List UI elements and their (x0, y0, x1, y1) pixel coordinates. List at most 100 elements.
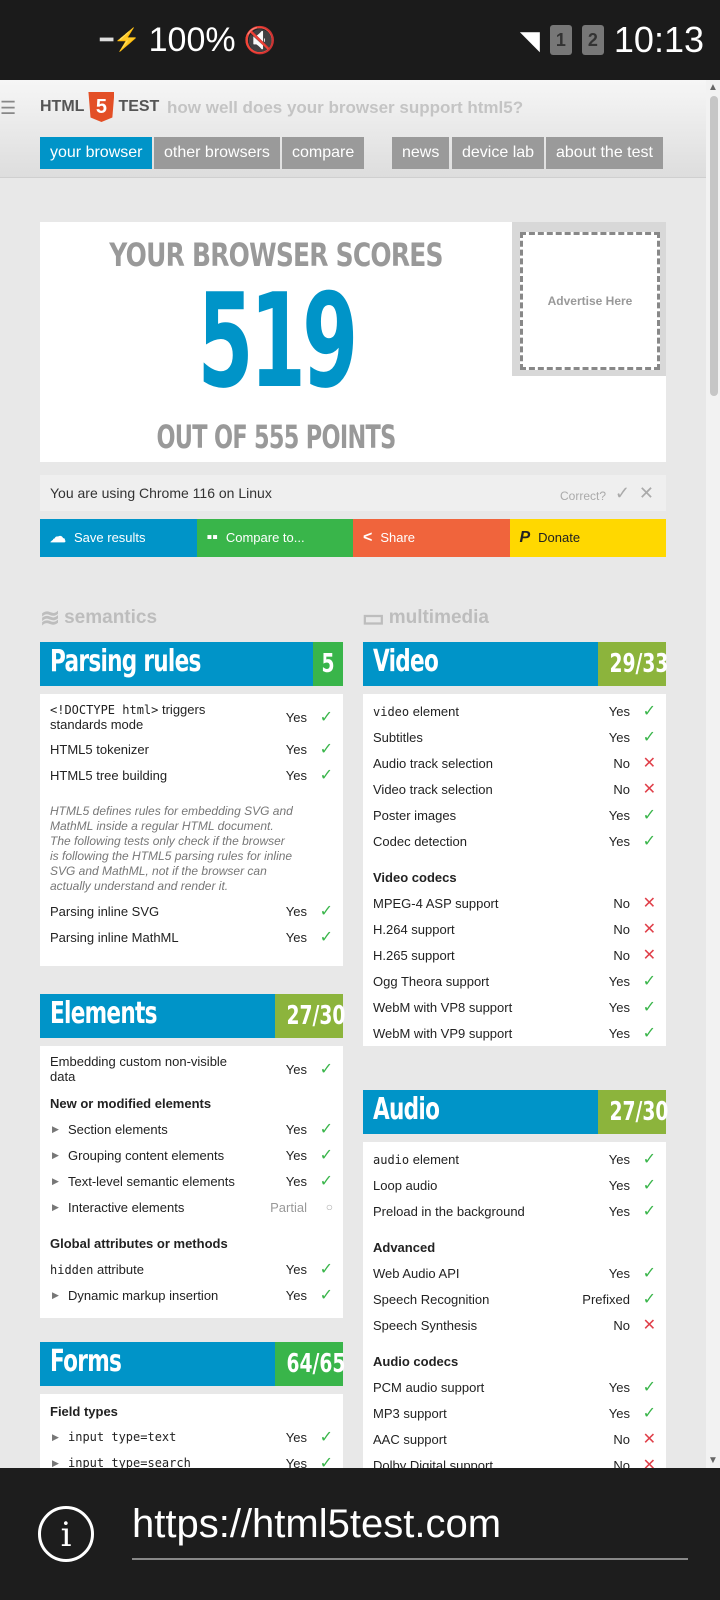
section-title: Elements (50, 996, 157, 1031)
row-label: <!DOCTYPE html> triggers standards mode (50, 702, 206, 732)
row-value: No (613, 1458, 630, 1468)
status-bar: ━⚡ 100% 🔇 ◥ 1 2 10:13 (0, 0, 720, 80)
row-value: Yes (608, 730, 630, 745)
web-page[interactable]: ☰ HTML 5 TEST how well does your browser… (0, 80, 706, 1468)
row-value: Yes (285, 1456, 307, 1468)
check-icon: ✓ (642, 1151, 656, 1168)
expand-arrow-icon[interactable]: ▶ (52, 1150, 59, 1161)
nav-your-browser[interactable]: your browser (40, 137, 153, 169)
site-logo[interactable]: HTML 5 TEST (40, 92, 159, 122)
tagline: how well does your browser support html5… (167, 98, 524, 117)
section-video[interactable]: Video 29/33 (363, 642, 668, 686)
section-forms[interactable]: Forms 64/65 (40, 1342, 345, 1386)
logo-text-left: HTML (40, 98, 85, 115)
save-results-label: Save results (74, 530, 146, 545)
row-label: H.265 support (373, 948, 455, 963)
row-value: No (613, 896, 630, 911)
scrollbar-thumb[interactable] (710, 96, 718, 396)
row-label: video element (373, 704, 459, 719)
section-title: Forms (50, 1344, 122, 1379)
check-icon: ✓ (319, 741, 333, 758)
nav-compare[interactable]: compare (282, 137, 365, 169)
donate-button[interactable]: P Donate (509, 519, 666, 557)
url-underline (132, 1558, 688, 1560)
row-label: Subtitles (373, 730, 423, 745)
expand-arrow-icon[interactable]: ▶ (52, 1290, 59, 1301)
row-value: Partial (270, 1200, 307, 1215)
row-label: Speech Synthesis (373, 1318, 478, 1333)
compare-button[interactable]: ▪▪ Compare to... (196, 519, 353, 557)
grid-icon: ▪▪ (206, 529, 218, 546)
section-title: Video (373, 644, 439, 679)
page-scrollbar[interactable]: ▲ ▼ (706, 80, 720, 1468)
logo-text-right: TEST (118, 98, 160, 115)
row-value: Yes (608, 808, 630, 823)
nav-about[interactable]: about the test (546, 137, 663, 169)
section-audio[interactable]: Audio 27/30 (363, 1090, 668, 1134)
cross-icon: ✕ (642, 921, 656, 938)
menu-icon[interactable]: ☰ (0, 98, 16, 119)
category-multimedia-label: multimedia (388, 607, 489, 628)
score-max: OUT OF 555 POINTS (156, 418, 396, 456)
save-results-button[interactable]: ☁ Save results (40, 519, 197, 557)
check-icon: ✓ (319, 1061, 333, 1078)
expand-arrow-icon[interactable]: ▶ (52, 1124, 59, 1135)
check-icon: ✓ (642, 1177, 656, 1194)
section-elements[interactable]: Elements 27/30 (40, 994, 345, 1038)
row-value: Yes (608, 1152, 630, 1167)
expand-arrow-icon[interactable]: ▶ (52, 1432, 59, 1443)
advertise-here[interactable]: Advertise Here (520, 232, 660, 370)
row-label: input type=text (68, 1430, 177, 1444)
row-label: Speech Recognition (373, 1292, 490, 1307)
action-bar: ☁ Save results ▪▪ Compare to... < Share P Do… (40, 519, 666, 557)
expand-arrow-icon[interactable]: ▶ (52, 1176, 59, 1187)
row-label: Video track selection (373, 782, 493, 797)
row-value: Yes (608, 1380, 630, 1395)
nav-news[interactable]: news (392, 137, 450, 169)
check-icon: ✓ (642, 999, 656, 1016)
subsection-heading: New or modified elements (50, 1096, 212, 1111)
check-icon: ✓ (319, 929, 333, 946)
section-score: 27/30 (598, 1090, 668, 1134)
section-score: 64/65 (275, 1342, 345, 1386)
row-label: Poster images (373, 808, 457, 823)
row-value: Yes (285, 1062, 307, 1077)
row-label: HTML5 tree building (50, 768, 168, 783)
cross-icon: ✕ (642, 947, 656, 964)
row-label: input type=search (68, 1456, 191, 1468)
nav-other-browsers[interactable]: other browsers (154, 137, 280, 169)
nav-device-lab[interactable]: device lab (452, 137, 545, 169)
row-value: Yes (285, 904, 307, 919)
row-label: Parsing inline MathML (50, 930, 179, 945)
score-panel: YOUR BROWSER SCORES 519 OUT OF 555 POINT… (40, 222, 512, 462)
share-icon: < (363, 529, 373, 546)
row-value: Yes (285, 930, 307, 945)
reject-x-icon[interactable]: ✕ (639, 483, 654, 504)
video-body: video element Yes ✓ Subtitles Yes ✓ Audi… (363, 694, 666, 1046)
row-label: hidden attribute (50, 1262, 144, 1277)
row-value: No (613, 1318, 630, 1333)
cross-icon: ✕ (642, 781, 656, 798)
row-label: audio element (373, 1152, 459, 1167)
expand-arrow-icon[interactable]: ▶ (52, 1202, 59, 1213)
row-label: Preload in the background (373, 1204, 525, 1219)
check-icon: ✓ (642, 973, 656, 990)
scroll-down-arrow-icon[interactable]: ▼ (708, 1455, 718, 1466)
confirm-check-icon[interactable]: ✓ (615, 483, 630, 504)
compare-label: Compare to... (225, 530, 305, 545)
expand-arrow-icon[interactable]: ▶ (52, 1458, 59, 1468)
row-label: Web Audio API (373, 1266, 460, 1281)
section-parsing-rules[interactable]: Parsing rules 5 (40, 642, 343, 686)
row-value: Yes (285, 1122, 307, 1137)
share-button[interactable]: < Share (353, 519, 510, 557)
check-icon: ✓ (642, 1025, 656, 1042)
score-panel-extension (512, 376, 666, 462)
scroll-up-arrow-icon[interactable]: ▲ (708, 82, 718, 93)
row-label: Grouping content elements (68, 1148, 225, 1163)
section-score: 27/30 (275, 994, 345, 1038)
row-value: Yes (608, 1026, 630, 1041)
browser-detected-bar: You are using Chrome 116 on Linux Correc… (40, 475, 666, 511)
url-text[interactable]: https://html5test.com (132, 1502, 501, 1547)
row-label: Text-level semantic elements (68, 1174, 235, 1189)
info-icon[interactable]: i (38, 1506, 94, 1562)
